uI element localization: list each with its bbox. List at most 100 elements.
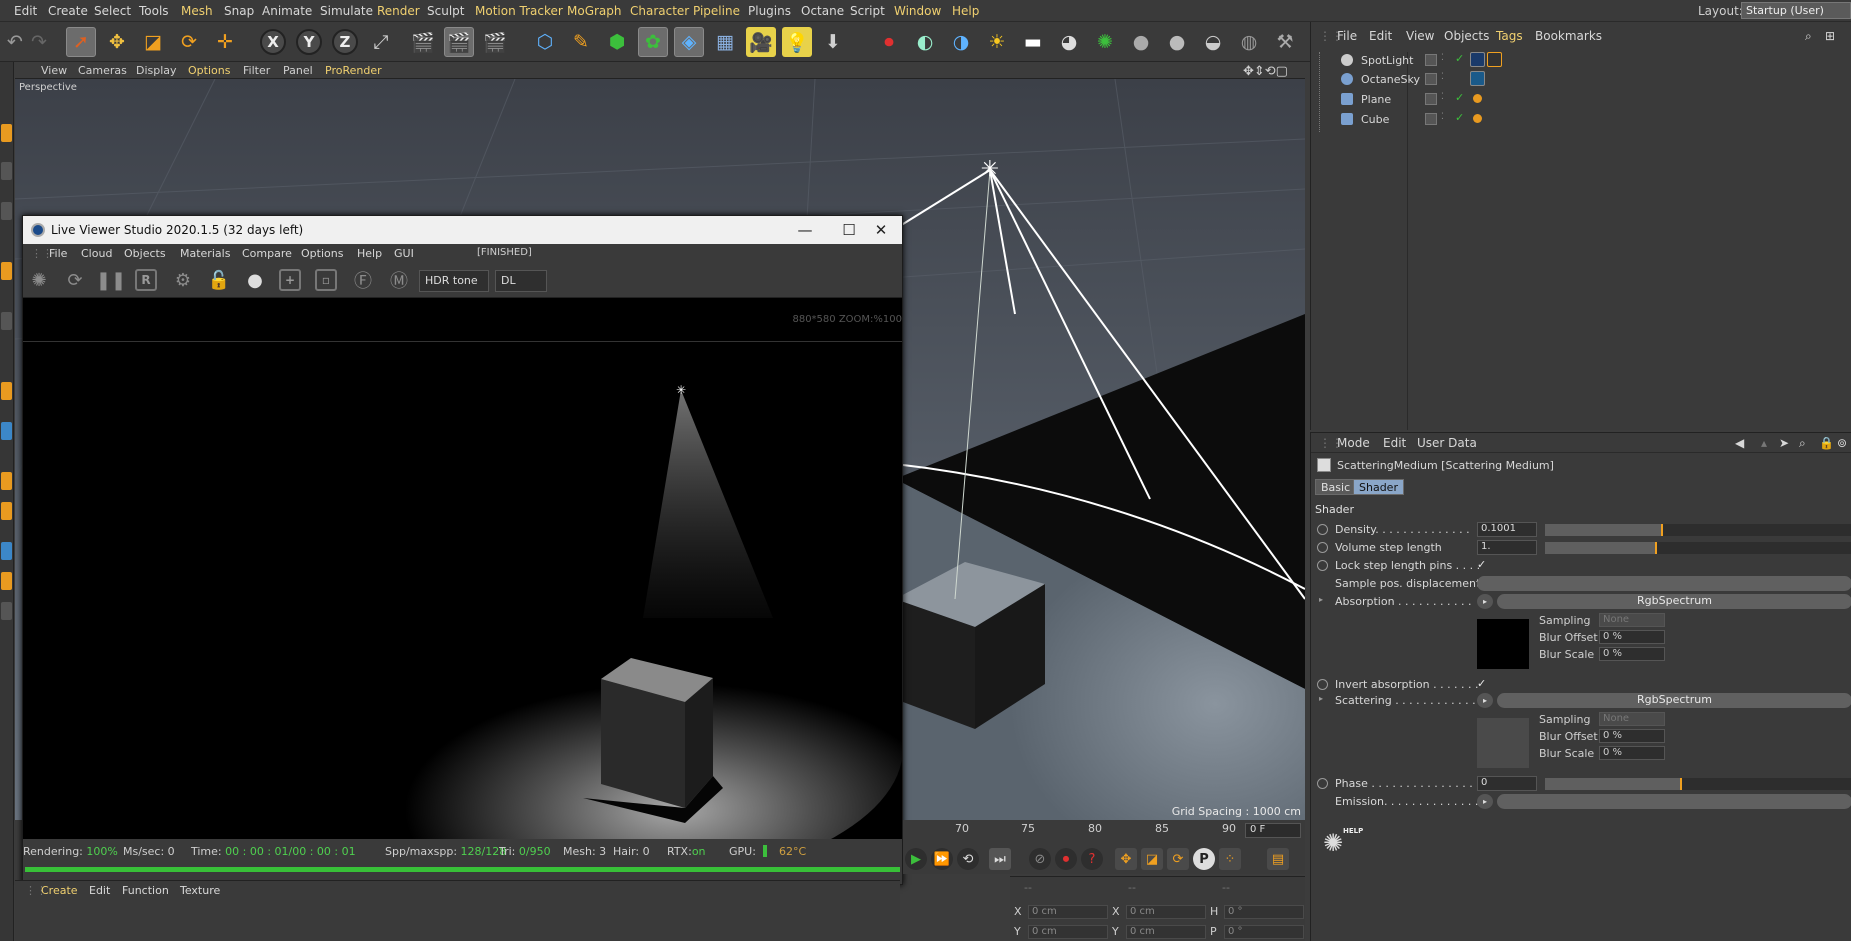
menu-animate[interactable]: Animate <box>262 4 312 18</box>
film-region-icon[interactable]: ▫ <box>315 269 337 291</box>
mode-workplane-icon[interactable] <box>1 202 12 220</box>
end-frame-field[interactable]: 0 F <box>1245 823 1301 838</box>
menu-create[interactable]: Create <box>48 4 88 18</box>
om-menu-file[interactable]: File <box>1337 29 1357 43</box>
menu-snap[interactable]: Snap <box>224 4 254 18</box>
octane-hdri-icon[interactable]: ◑ <box>946 27 976 57</box>
live-viewer-window[interactable]: Live Viewer Studio 2020.1.5 (32 days lef… <box>22 215 903 885</box>
volume-step-field[interactable]: 1. <box>1477 540 1537 555</box>
density-field[interactable]: 0.1001 <box>1477 522 1537 537</box>
phase-slider[interactable] <box>1545 778 1851 790</box>
scattering-blur-offset-field[interactable]: 0 % <box>1599 729 1665 743</box>
enabled-check-icon[interactable]: ✓ <box>1455 52 1464 65</box>
octane-settings-icon[interactable]: ✺ <box>1090 27 1120 57</box>
focus-picker-icon[interactable]: Ⓕ <box>351 268 375 292</box>
floor-icon[interactable]: ▦ <box>710 27 740 57</box>
size-y-field[interactable]: 0 cm <box>1126 925 1206 939</box>
region-render-icon[interactable]: R <box>135 269 157 291</box>
object-row-cube[interactable]: Cube ⁚ ✓ <box>1327 110 1847 128</box>
mode-texture-icon[interactable] <box>1 162 12 180</box>
mode-grid-icon[interactable] <box>1 602 12 620</box>
lv-menu-cloud[interactable]: Cloud <box>81 247 112 260</box>
octane-render-icon[interactable]: ⏺ <box>874 27 904 57</box>
anim-dot-icon[interactable] <box>1317 679 1328 690</box>
kernel-select[interactable]: DL <box>495 270 547 292</box>
lock-step-checkbox[interactable]: ✓ <box>1477 558 1486 571</box>
mode-edges-icon[interactable] <box>1 312 12 330</box>
mode-workplane-lock-icon[interactable] <box>1 572 12 590</box>
octane-daylight-icon[interactable]: ☀ <box>982 27 1012 57</box>
mode-axis-icon[interactable] <box>1 422 12 440</box>
live-viewer-titlebar[interactable]: Live Viewer Studio 2020.1.5 (32 days lef… <box>23 216 902 244</box>
vp-menu-view[interactable]: View <box>41 64 67 77</box>
vp-menu-filter[interactable]: Filter <box>243 64 270 77</box>
menu-select[interactable]: Select <box>94 4 131 18</box>
tab-basic[interactable]: Basic <box>1315 479 1357 495</box>
visibility-dots-icon[interactable]: ⁚ <box>1441 92 1444 102</box>
pos-x-field[interactable]: 0 cm <box>1028 905 1108 919</box>
anim-dot-icon[interactable] <box>1317 560 1328 571</box>
phong-tag-icon[interactable] <box>1473 94 1482 103</box>
redo-icon[interactable]: ↷ <box>24 27 54 57</box>
keyframe-selection-icon[interactable]: ? <box>1081 848 1103 870</box>
octane-arealight-icon[interactable]: ▬ <box>1018 27 1048 57</box>
camera-icon[interactable]: 🎥 <box>746 27 776 57</box>
play-icon[interactable]: ▶ <box>905 848 927 870</box>
settings-gear-icon[interactable]: ⚙ <box>171 268 195 292</box>
layout-select[interactable]: Startup (User) <box>1741 2 1851 19</box>
render-output[interactable]: ✳ 880*580 ZOOM:%100 <box>23 298 902 839</box>
transform-icon[interactable]: ✛ <box>210 27 240 57</box>
mat-menu-texture[interactable]: Texture <box>180 884 220 897</box>
rotate-icon[interactable]: ⟳ <box>174 27 204 57</box>
absorption-blur-scale-field[interactable]: 0 % <box>1599 647 1665 661</box>
emission-shader-slot[interactable] <box>1497 794 1851 809</box>
octane-material-icon[interactable]: ● <box>1126 27 1156 57</box>
scattering-shader-button[interactable]: RgbSpectrum <box>1497 693 1851 708</box>
scale-icon[interactable]: ◪ <box>138 27 168 57</box>
om-menu-view[interactable]: View <box>1406 29 1434 43</box>
object-row-plane[interactable]: Plane ⁚ ✓ <box>1327 90 1847 108</box>
material-ball-icon[interactable]: ● <box>243 268 267 292</box>
octane-mix-icon[interactable]: ◒ <box>1198 27 1228 57</box>
goto-end-icon[interactable]: ⏭ <box>989 848 1011 870</box>
am-search-icon[interactable]: ⌕ <box>1799 436 1806 451</box>
tonemap-select[interactable]: HDR tone <box>419 270 489 292</box>
mode-tweak-icon[interactable] <box>1 472 12 490</box>
lv-menu-options[interactable]: Options <box>301 247 343 260</box>
anim-dot-icon[interactable] <box>1317 524 1328 535</box>
om-search-icon[interactable]: ⌕ <box>1805 29 1812 44</box>
menu-mograph[interactable]: MoGraph <box>567 4 622 18</box>
visibility-dots-icon[interactable]: ⁚ <box>1441 72 1444 82</box>
am-menu-edit[interactable]: Edit <box>1383 436 1406 450</box>
absorption-link-icon[interactable]: ▸ <box>1477 594 1493 609</box>
menu-script[interactable]: Script <box>850 4 885 18</box>
om-new-window-icon[interactable]: ⊞ <box>1825 29 1835 43</box>
vp-menu-display[interactable]: Display <box>136 64 177 77</box>
menu-edit[interactable]: Edit <box>14 4 37 18</box>
lv-menu-materials[interactable]: Materials <box>180 247 230 260</box>
menu-simulate[interactable]: Simulate <box>320 4 373 18</box>
enabled-check-icon[interactable]: ✓ <box>1455 91 1464 104</box>
om-menu-bookmarks[interactable]: Bookmarks <box>1535 29 1602 43</box>
menu-window[interactable]: Window <box>894 4 941 18</box>
move-icon[interactable]: ✥ <box>102 27 132 57</box>
octane-tools-icon[interactable]: ⚒ <box>1270 27 1300 57</box>
expand-arrow-icon[interactable]: ▸ <box>1319 694 1323 703</box>
mode-model-icon[interactable] <box>1 124 12 142</box>
timeline-window-icon[interactable]: ▤ <box>1267 848 1289 870</box>
lv-menu-file[interactable]: File <box>49 247 67 260</box>
subdivision-icon[interactable]: ⬢ <box>602 27 632 57</box>
density-slider[interactable] <box>1545 524 1851 536</box>
menu-character[interactable]: Character <box>630 4 689 18</box>
phong-tag-icon[interactable] <box>1473 114 1482 123</box>
om-menu-objects[interactable]: Objects <box>1444 29 1489 43</box>
pen-icon[interactable]: ✎ <box>566 27 596 57</box>
am-menu-mode[interactable]: Mode <box>1337 436 1370 450</box>
key-scale-icon[interactable]: ◪ <box>1141 848 1163 870</box>
vp-menu-panel[interactable]: Panel <box>283 64 313 77</box>
menu-pipeline[interactable]: Pipeline <box>693 4 740 18</box>
octane-glossy-icon[interactable]: ● <box>1162 27 1192 57</box>
menu-octane[interactable]: Octane <box>801 4 844 18</box>
rot-h-field[interactable]: 0 ° <box>1224 905 1304 919</box>
am-menu-user-data[interactable]: User Data <box>1417 436 1477 450</box>
